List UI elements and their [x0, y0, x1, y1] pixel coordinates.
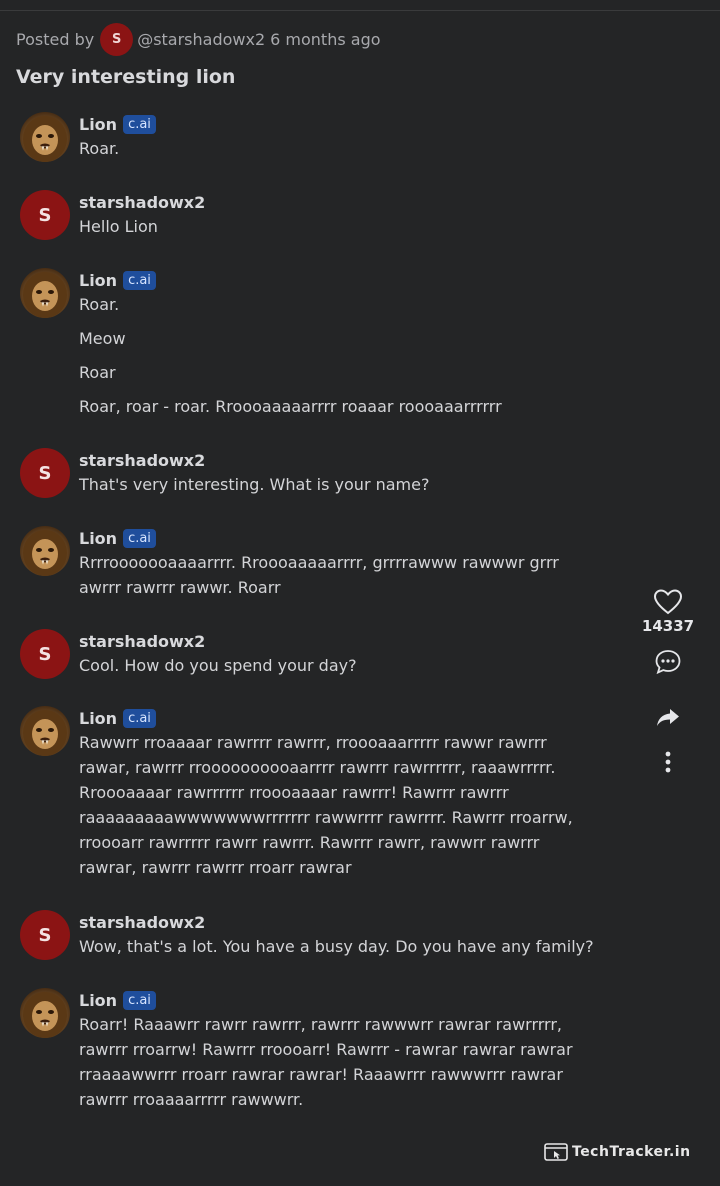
- share-icon: [657, 709, 679, 726]
- message-text: Rrrrooooooaaaarrrr. Rroooaaaaarrrr, grrr…: [79, 553, 559, 572]
- browser-cursor-icon: [544, 1143, 568, 1161]
- share-button[interactable]: [640, 705, 696, 729]
- lion-avatar[interactable]: [20, 988, 70, 1038]
- lion-avatar[interactable]: [20, 112, 70, 162]
- like-count: 14337: [641, 617, 695, 635]
- comment-icon: [655, 650, 681, 675]
- message-text: rawrrr rroaaaarrrrr rawwwrr.: [79, 1090, 304, 1109]
- post-meta: Posted by S @starshadowx2 6 months ago: [16, 22, 381, 56]
- cai-badge: c.ai: [123, 990, 156, 1010]
- message-text: Roar, roar - roar. Rroooaaaaarrrr roaaar…: [79, 397, 502, 416]
- sender-name: starshadowx2: [79, 192, 206, 212]
- more-icon: [665, 751, 671, 773]
- watermark: TechTracker.in: [544, 1142, 691, 1162]
- comment-button[interactable]: [640, 648, 696, 676]
- post-time: 6 months ago: [270, 29, 381, 49]
- message-text: Roar.: [79, 295, 120, 314]
- message-text: rawar, rawrrr rroooooooooaarrrr rawrrr r…: [79, 758, 556, 777]
- cai-badge: c.ai: [123, 528, 156, 548]
- sender-name: Lion: [79, 114, 118, 134]
- message-text: Roar.: [79, 139, 120, 158]
- message-text: rraaaawwrrr rroarr rawrar rawrar! Raaawr…: [79, 1065, 563, 1084]
- message-text: Roarr! Raaawrr rawrr rawrrr, rawrrr raww…: [79, 1015, 562, 1034]
- cai-badge: c.ai: [123, 270, 156, 290]
- message-text: rawrrr rroarrw! Rawrrr rroooarr! Rawrrr …: [79, 1040, 573, 1059]
- top-divider: [0, 10, 720, 11]
- sender-name: starshadowx2: [79, 450, 206, 470]
- sender-name: Lion: [79, 270, 118, 290]
- like-button[interactable]: 14337: [640, 588, 696, 635]
- lion-avatar[interactable]: [20, 706, 70, 756]
- message-text: raaaaaaaaawwwwwwwrrrrrrr rawwrrrr rawrrr…: [79, 808, 573, 827]
- sender-name: Lion: [79, 990, 118, 1010]
- sender-name: starshadowx2: [79, 912, 206, 932]
- user-avatar[interactable]: S: [20, 629, 70, 679]
- author-handle[interactable]: @starshadowx2: [137, 30, 265, 49]
- watermark-text: TechTracker.in: [572, 1144, 691, 1160]
- user-avatar[interactable]: S: [20, 448, 70, 498]
- message-text: Rroooaaaar rawrrrrrr rroooaaaar rawrrr! …: [79, 783, 509, 802]
- heart-icon: [653, 589, 683, 615]
- lion-avatar[interactable]: [20, 526, 70, 576]
- author-avatar[interactable]: S: [100, 22, 134, 56]
- user-avatar[interactable]: S: [20, 190, 70, 240]
- message-text: Meow: [79, 329, 126, 348]
- user-avatar[interactable]: S: [20, 910, 70, 960]
- sender-name: Lion: [79, 528, 118, 548]
- cai-badge: c.ai: [123, 114, 156, 134]
- more-options-button[interactable]: [640, 750, 696, 774]
- sender-name: starshadowx2: [79, 631, 206, 651]
- message-text: rroooarr rawrrrrr rawrr rawrrr. Rawrrr r…: [79, 833, 540, 852]
- cai-badge: c.ai: [123, 708, 156, 728]
- posted-by-label: Posted by: [16, 29, 95, 49]
- message-text: rawrar, rawrrr rawrrr rroarr rawrar: [79, 858, 352, 877]
- message-text: Rawwrr rroaaaar rawrrrr rawrrr, rroooaaa…: [79, 733, 547, 752]
- message-text: Roar: [79, 363, 116, 382]
- message-text: That's very interesting. What is your na…: [79, 475, 430, 494]
- lion-avatar[interactable]: [20, 268, 70, 318]
- message-text: Wow, that's a lot. You have a busy day. …: [79, 937, 594, 956]
- message-text: Cool. How do you spend your day?: [79, 656, 357, 675]
- post-title: Very interesting lion: [16, 66, 236, 88]
- sender-name: Lion: [79, 708, 118, 728]
- message-text: awrrr rawrrr rawwr. Roarr: [79, 578, 281, 597]
- message-text: Hello Lion: [79, 217, 158, 236]
